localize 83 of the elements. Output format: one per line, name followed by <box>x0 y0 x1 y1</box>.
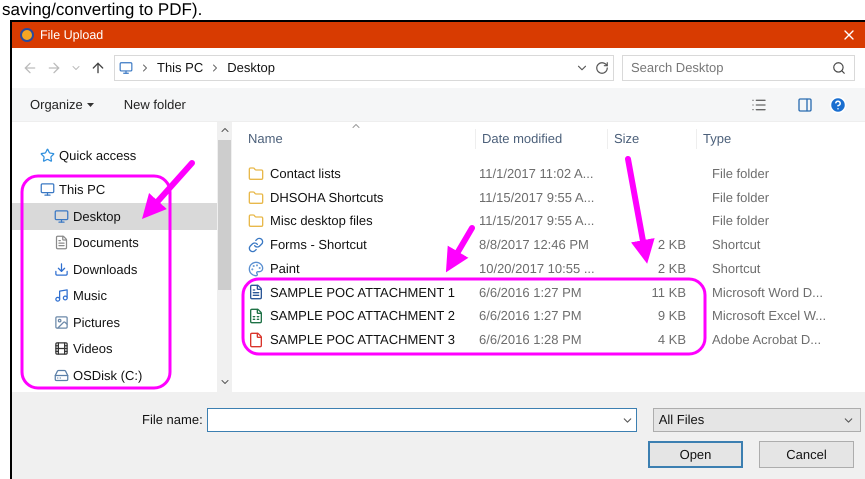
palette-icon <box>248 260 264 277</box>
file-name[interactable]: Paint <box>270 258 300 278</box>
up-icon[interactable] <box>90 60 106 76</box>
nav-item[interactable]: Music <box>12 282 217 309</box>
file-name-label: File name: <box>142 411 203 430</box>
date-cell-text: 11/15/2017 9:55 A... <box>478 188 596 207</box>
documents-icon <box>54 235 69 250</box>
size-cell: 2 KB <box>658 260 686 276</box>
file-name[interactable]: Forms - Shortcut <box>270 235 367 255</box>
nav-item[interactable]: Desktop <box>12 203 217 230</box>
pdf-document-icon <box>248 332 264 348</box>
type-cell-text: Shortcut <box>711 236 762 254</box>
size-cell: 11 KB <box>652 284 686 300</box>
column-header[interactable]: Name <box>242 129 475 149</box>
preview-pane-icon[interactable] <box>797 96 813 112</box>
nav-item[interactable]: Documents <box>12 230 217 256</box>
folder-icon <box>248 213 264 230</box>
window-title: File Upload <box>40 26 104 44</box>
size-cell: 4 KB <box>658 332 686 347</box>
file-name[interactable]: SAMPLE POC ATTACHMENT 3 <box>270 330 455 350</box>
date-cell-text: 11/15/2017 9:55 A... <box>478 212 596 230</box>
date-cell-text: 6/6/2016 1:27 PM <box>478 307 583 326</box>
cancel-button[interactable]: Cancel <box>759 441 854 468</box>
folder-icon <box>248 166 264 182</box>
file-name-field[interactable] <box>206 408 637 432</box>
folder-icon <box>248 190 264 206</box>
type-cell-text: File folder <box>711 188 770 207</box>
star-icon <box>40 148 55 163</box>
videos-icon <box>54 341 69 356</box>
app-icon <box>20 28 34 42</box>
nav-item[interactable]: Pictures <box>12 309 217 336</box>
caret-icon <box>86 102 94 106</box>
help-icon[interactable] <box>829 96 847 114</box>
type-cell-text: Microsoft Word D... <box>711 284 824 302</box>
desktop-icon <box>119 61 133 75</box>
size-cell: 9 KB <box>658 308 686 324</box>
music-icon <box>54 288 69 304</box>
column-header[interactable]: Type <box>696 129 836 149</box>
word-document-icon <box>248 284 264 300</box>
spreadsheet-icon <box>248 308 264 324</box>
date-cell-text: 10/20/2017 10:55 ... <box>478 260 596 278</box>
breadcrumb[interactable]: Desktop <box>227 58 275 78</box>
pc-icon <box>40 182 55 198</box>
refresh-icon[interactable] <box>595 61 609 75</box>
date-cell-text: 6/6/2016 1:27 PM <box>478 284 583 302</box>
view-icon[interactable] <box>751 96 767 112</box>
arrow <box>446 225 475 272</box>
type-cell-text: File folder <box>711 165 770 184</box>
search-icon <box>832 61 846 75</box>
search-field[interactable]: Search Desktop <box>622 55 855 81</box>
downloads-icon <box>54 262 69 277</box>
desktop-icon <box>54 208 69 224</box>
nav-item[interactable]: Videos <box>12 336 217 362</box>
file-name[interactable]: SAMPLE POC ATTACHMENT 2 <box>270 306 455 326</box>
new-folder-button[interactable]: New folder <box>124 94 186 114</box>
date-cell-text: 8/8/2017 12:46 PM <box>478 236 590 254</box>
caption-text: saving/converting to PDF). <box>1 0 204 20</box>
size-cell: 2 KB <box>658 237 686 252</box>
column-header[interactable]: Size <box>607 129 696 149</box>
date-cell-text: 6/6/2016 1:28 PM <box>478 330 583 349</box>
type-cell-text: Microsoft Excel W... <box>711 307 828 326</box>
scroll-thumb[interactable] <box>218 140 231 290</box>
arrow <box>142 160 195 219</box>
type-cell-text: File folder <box>711 212 770 230</box>
address-bar[interactable]: This PC Desktop <box>114 55 614 81</box>
file-name[interactable]: SAMPLE POC ATTACHMENT 1 <box>270 282 455 302</box>
open-button[interactable]: Open <box>648 441 743 468</box>
pictures-icon <box>54 314 69 330</box>
type-cell-text: Adobe Acrobat D... <box>711 330 822 349</box>
nav-item[interactable]: Quick access <box>12 142 217 168</box>
nav-item[interactable]: OSDisk (C:) <box>12 362 217 388</box>
organize-button[interactable]: Organize <box>30 94 94 114</box>
nav-item[interactable]: Downloads <box>12 256 217 282</box>
breadcrumb[interactable]: This PC <box>157 58 204 78</box>
type-cell-text: Shortcut <box>711 260 762 278</box>
column-header[interactable]: Date modified <box>475 129 607 149</box>
file-name[interactable]: DHSOHA Shortcuts <box>270 188 384 208</box>
date-cell-text: 11/1/2017 11:02 A... <box>478 165 594 184</box>
file-type-dropdown[interactable]: All Files <box>652 408 861 432</box>
shortcut-icon <box>248 236 264 253</box>
file-name[interactable]: Misc desktop files <box>270 211 373 231</box>
nav-item[interactable]: This PC <box>12 176 217 203</box>
file-name[interactable]: Contact lists <box>270 164 341 184</box>
